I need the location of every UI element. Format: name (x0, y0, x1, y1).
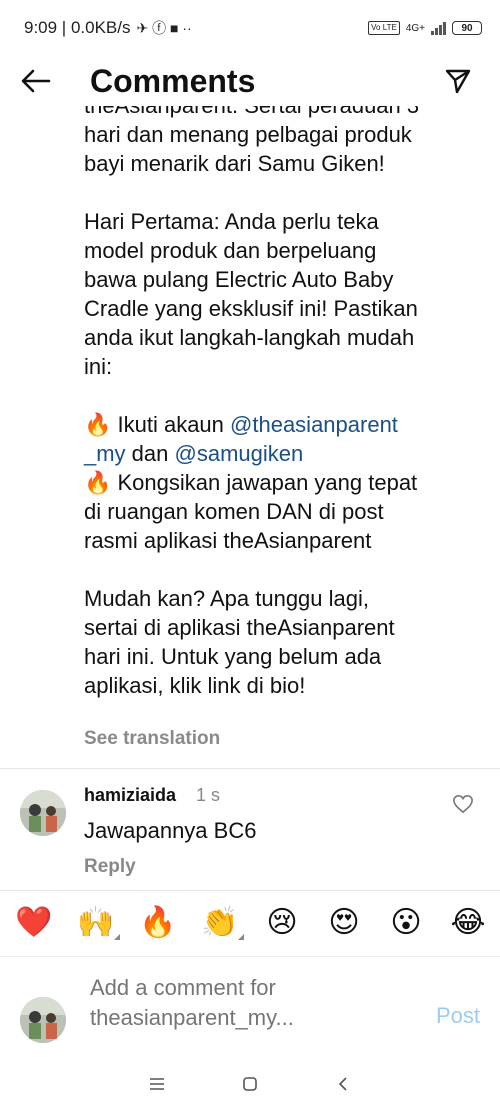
laughing-face-emoji-icon: 😂 (450, 905, 486, 940)
page-title: Comments (90, 62, 256, 99)
heart-outline-icon (453, 794, 473, 814)
fire-emoji-icon: 🔥 (139, 905, 177, 940)
menu-icon (149, 1077, 164, 1090)
comment-username[interactable]: hamiziaida (84, 785, 176, 806)
divider (0, 768, 500, 769)
variant-indicator-icon (238, 934, 244, 940)
mention-samugiken-link[interactable]: @samugiken (175, 441, 304, 466)
post-button[interactable]: Post (436, 1003, 480, 1029)
share-button[interactable] (438, 61, 478, 101)
comment-composer: Post (0, 956, 500, 1056)
heart-emoji-icon: ❤️ (15, 905, 53, 940)
avatar (20, 997, 66, 1043)
system-nav-bar (0, 1056, 500, 1111)
comment-timestamp: 1 s (196, 785, 221, 805)
status-right: Vo LTE 4G+ 90 (368, 21, 482, 35)
send-icon (445, 69, 471, 94)
emoji-heart-button[interactable]: ❤️ (14, 905, 54, 940)
recent-apps-button[interactable] (142, 1069, 172, 1099)
see-translation-button[interactable]: See translation (84, 728, 220, 750)
system-back-button[interactable] (328, 1069, 358, 1099)
emoji-surprised-face-button[interactable]: 😮 (386, 905, 426, 940)
status-bar: 9:09 | 0.0KB/s ✈ ⓕ ■ ·· Vo LTE 4G+ 90 (0, 0, 500, 56)
home-button[interactable] (235, 1069, 265, 1099)
avatar[interactable] (20, 790, 66, 836)
crying-face-emoji-icon: 😢 (266, 905, 298, 940)
heart-eyes-emoji-icon: 😍 (328, 905, 360, 940)
emoji-raised-hands-button[interactable]: 🙌 (76, 905, 120, 940)
caption-body-1: hari dan menang pelbagai produk bayi men… (84, 122, 418, 379)
emoji-reaction-bar: ❤️ 🙌 🔥 👏 😢 😍 😮 😂 (0, 890, 500, 954)
emoji-heart-eyes-button[interactable]: 😍 (324, 905, 364, 940)
caption-bullet-1-mid: dan (125, 441, 175, 466)
raised-hands-emoji-icon: 🙌 (77, 905, 115, 940)
like-comment-button[interactable] (452, 794, 474, 819)
caption-bullet-1: 🔥 Ikuti akaun (84, 412, 231, 437)
comment-item: hamiziaida 1 s Jawapannya BC6 Reply (0, 780, 500, 880)
network-type: 4G+ (405, 22, 425, 34)
chevron-left-icon (339, 1076, 347, 1091)
surprised-face-emoji-icon: 😮 (390, 905, 422, 940)
reply-button[interactable]: Reply (84, 856, 136, 878)
emoji-crying-face-button[interactable]: 😢 (262, 905, 302, 940)
emoji-clapping-hands-button[interactable]: 👏 (200, 905, 244, 940)
avatar-image-icon (20, 790, 66, 836)
volte-icon: Vo LTE (368, 21, 400, 35)
comment-input[interactable] (90, 973, 330, 1037)
variant-indicator-icon (114, 934, 120, 940)
comment-text: Jawapannya BC6 (84, 818, 257, 843)
battery-icon: 90 (452, 21, 482, 35)
back-button[interactable] (12, 57, 60, 105)
emoji-laughing-face-button[interactable]: 😂 (448, 905, 488, 940)
comments-header: Comments (0, 56, 500, 106)
status-left: 9:09 | 0.0KB/s ✈ ⓕ ■ ·· (24, 18, 192, 38)
caption-body-2: 🔥 Kongsikan jawapan yang tepat di ruanga… (84, 470, 418, 698)
post-caption: theAsianparent. Sertai peraduan 3 hari d… (84, 106, 484, 700)
avatar-image-icon (20, 997, 66, 1043)
arrow-left-icon (21, 69, 51, 93)
post-caption-area: theAsianparent. Sertai peraduan 3 hari d… (0, 106, 500, 766)
emoji-fire-button[interactable]: 🔥 (138, 905, 178, 940)
clapping-hands-emoji-icon: 👏 (201, 905, 239, 940)
home-square-icon (243, 1076, 257, 1091)
signal-icon (431, 21, 446, 35)
status-time-speed: 9:09 | 0.0KB/s (24, 18, 131, 37)
caption-top-line: theAsianparent. Sertai peraduan 3 (84, 106, 419, 118)
notification-icons: ✈ ⓕ ■ ·· (136, 20, 192, 36)
